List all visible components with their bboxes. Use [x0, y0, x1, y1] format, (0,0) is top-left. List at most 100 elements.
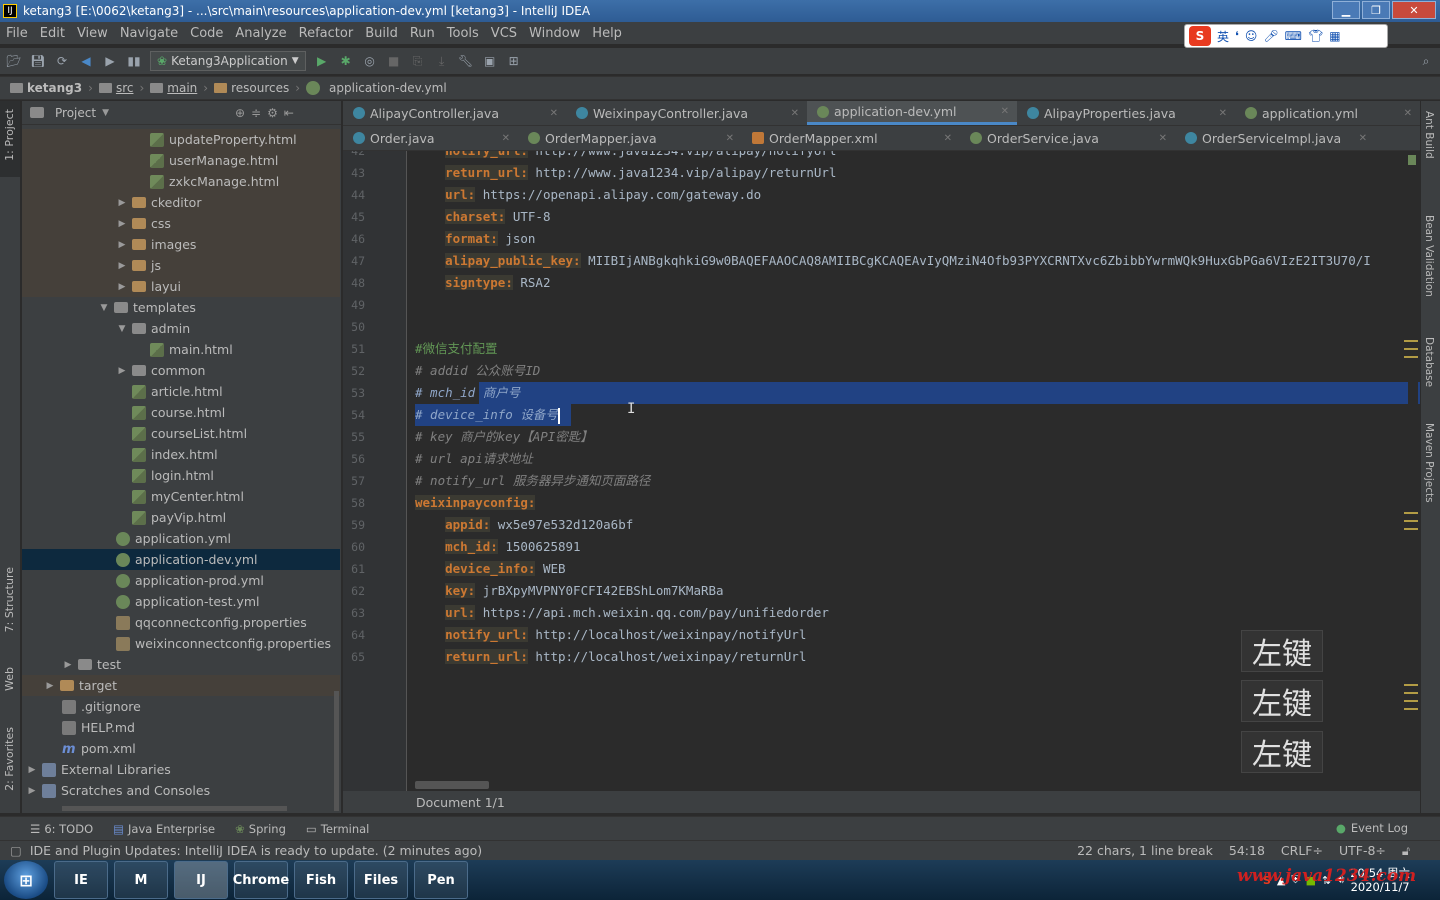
tree-item[interactable]: weixinconnectconfig.properties: [22, 633, 340, 654]
editor-tab[interactable]: OrderServiceImpl.java ✕: [1175, 126, 1375, 150]
code-line[interactable]: #微信支付配置: [415, 338, 498, 360]
editor-tab[interactable]: AlipayProperties.java ✕: [1017, 101, 1235, 125]
error-stripe-mark[interactable]: [1404, 528, 1418, 530]
menu-tools[interactable]: Tools: [441, 26, 485, 41]
web-tool-button[interactable]: Web: [3, 667, 16, 691]
close-tab-icon[interactable]: ✕: [944, 133, 952, 144]
tree-item[interactable]: m pom.xml: [22, 738, 340, 759]
ime-toolbar[interactable]: S 英 ❛ ☺ 🎤︎ ⌨ 👕︎ ▦: [1184, 24, 1388, 48]
tree-item[interactable]: zxkcManage.html: [22, 171, 340, 192]
toolbox-icon[interactable]: ▦: [1329, 29, 1340, 43]
tree-item[interactable]: myCenter.html: [22, 486, 340, 507]
gear-icon[interactable]: ⚙: [267, 106, 278, 120]
breadcrumb-src[interactable]: src: [98, 81, 133, 95]
close-tab-icon[interactable]: ✕: [1219, 108, 1227, 119]
tree-item[interactable]: ▶ images: [22, 234, 340, 255]
code-line[interactable]: # mch_id 商户号: [415, 382, 520, 404]
run-icon[interactable]: ▶: [314, 53, 330, 69]
close-tab-icon[interactable]: ✕: [1159, 133, 1167, 144]
editor-hscrollbar[interactable]: [415, 781, 489, 789]
file-encoding[interactable]: UTF-8÷: [1339, 843, 1386, 859]
editor-tab[interactable]: Order.java ✕: [343, 126, 518, 150]
chevron-right-icon[interactable]: ▶: [44, 681, 56, 691]
tree-item[interactable]: ▶ Scratches and Consoles: [22, 780, 340, 801]
chevron-right-icon[interactable]: ▶: [116, 219, 128, 229]
caret-position[interactable]: 54:18: [1229, 843, 1265, 859]
tree-item[interactable]: course.html: [22, 402, 340, 423]
menu-window[interactable]: Window: [523, 26, 586, 41]
debug-icon[interactable]: ✱: [338, 53, 354, 69]
ime-language-label[interactable]: 英: [1217, 28, 1229, 45]
project-panel-title[interactable]: Project: [55, 106, 96, 120]
minimize-button[interactable]: ▁: [1332, 1, 1360, 19]
locate-icon[interactable]: ⊕: [235, 106, 245, 120]
build-icon[interactable]: ▮▮: [126, 53, 142, 69]
inspection-ok-icon[interactable]: [1408, 155, 1416, 165]
tree-item[interactable]: ▼ admin: [22, 318, 340, 339]
bean-validation-tool-button[interactable]: Bean Validation: [1423, 215, 1435, 297]
tree-item[interactable]: ▶ css: [22, 213, 340, 234]
sync-icon[interactable]: ⟳: [54, 53, 70, 69]
terminal-tool-button[interactable]: ▭ Terminal: [306, 822, 369, 836]
project-tool-button[interactable]: 1: Project: [3, 109, 16, 161]
close-tab-icon[interactable]: ✕: [726, 133, 734, 144]
code-line[interactable]: url: https://openapi.alipay.com/gateway.…: [415, 184, 761, 206]
menu-view[interactable]: View: [71, 26, 114, 41]
menu-analyze[interactable]: Analyze: [229, 26, 292, 41]
tree-item[interactable]: ▶ common: [22, 360, 340, 381]
code-line[interactable]: device_info: WEB: [415, 558, 566, 580]
maven-projects-tool-button[interactable]: Maven Projects: [1423, 423, 1435, 503]
chevron-right-icon[interactable]: ▶: [26, 786, 38, 796]
code-line[interactable]: signtype: RSA2: [415, 272, 550, 294]
status-message[interactable]: IDE and Plugin Updates: IntelliJ IDEA is…: [30, 843, 482, 858]
collapse-all-icon[interactable]: ≑: [251, 106, 261, 120]
ant-build-tool-button[interactable]: Ant Build: [1423, 111, 1435, 159]
open-folder-icon[interactable]: 📂︎: [6, 53, 22, 69]
tree-item[interactable]: application-prod.yml: [22, 570, 340, 591]
tree-item[interactable]: ▶ layui: [22, 276, 340, 297]
hide-panel-icon[interactable]: ⇤: [284, 106, 294, 120]
coverage-icon[interactable]: ◎: [362, 53, 378, 69]
code-line[interactable]: return_url: http://www.java1234.vip/alip…: [415, 162, 836, 184]
code-line[interactable]: charset: UTF-8: [415, 206, 550, 228]
code-line[interactable]: mch_id: 1500625891: [415, 536, 581, 558]
code-line[interactable]: key: jrBXpyMVPNY0FCFI42EBShLom7KMaRBa: [415, 580, 724, 602]
close-tab-icon[interactable]: ✕: [502, 133, 510, 144]
tree-item[interactable]: ▶ js: [22, 255, 340, 276]
vcs-update-icon[interactable]: ⤓: [434, 53, 450, 69]
code-line[interactable]: # device_info 设备号: [415, 404, 560, 426]
menu-file[interactable]: File: [0, 26, 34, 41]
chevron-right-icon[interactable]: ▶: [116, 261, 128, 271]
tree-item[interactable]: application-test.yml: [22, 591, 340, 612]
tree-item[interactable]: ▼ templates: [22, 297, 340, 318]
close-tab-icon[interactable]: ✕: [1001, 106, 1009, 117]
chevron-right-icon[interactable]: ▶: [116, 198, 128, 208]
punctuation-icon[interactable]: ❛: [1235, 29, 1239, 43]
code-line[interactable]: notify_url: http://www.java1234.vip/alip…: [415, 151, 836, 162]
taskbar-app-pen[interactable]: Pen: [414, 861, 468, 899]
taskbar-app-m[interactable]: M: [114, 861, 168, 899]
editor-vscrollbar[interactable]: [1408, 151, 1418, 791]
taskbar-app-files[interactable]: Files: [354, 861, 408, 899]
database-tool-button[interactable]: Database: [1423, 337, 1435, 387]
status-panel-icon[interactable]: ▢: [10, 843, 22, 858]
back-icon[interactable]: ◀: [78, 53, 94, 69]
close-button[interactable]: ✕: [1392, 1, 1436, 19]
code-line[interactable]: url: https://api.mch.weixin.qq.com/pay/u…: [415, 602, 829, 624]
chevron-right-icon[interactable]: ▶: [116, 240, 128, 250]
code-line[interactable]: notify_url: http://localhost/weixinpay/n…: [415, 624, 806, 646]
editor-tab[interactable]: WeixinpayController.java ✕: [566, 101, 807, 125]
code-line[interactable]: # addid 公众账号ID: [415, 360, 540, 382]
error-stripe-mark[interactable]: [1404, 512, 1418, 514]
tree-item[interactable]: userManage.html: [22, 150, 340, 171]
restore-button[interactable]: ❐: [1362, 1, 1390, 19]
chevron-right-icon[interactable]: ▶: [62, 660, 74, 670]
event-log-button[interactable]: ● Event Log: [1336, 821, 1408, 835]
error-stripe-mark[interactable]: [1404, 348, 1418, 350]
menu-navigate[interactable]: Navigate: [114, 26, 184, 41]
tree-item[interactable]: ▶ ckeditor: [22, 192, 340, 213]
error-stripe-mark[interactable]: [1404, 684, 1418, 686]
close-tab-icon[interactable]: ✕: [1404, 108, 1412, 119]
chevron-down-icon[interactable]: ▼: [116, 324, 128, 334]
error-stripe-mark[interactable]: [1404, 520, 1418, 522]
